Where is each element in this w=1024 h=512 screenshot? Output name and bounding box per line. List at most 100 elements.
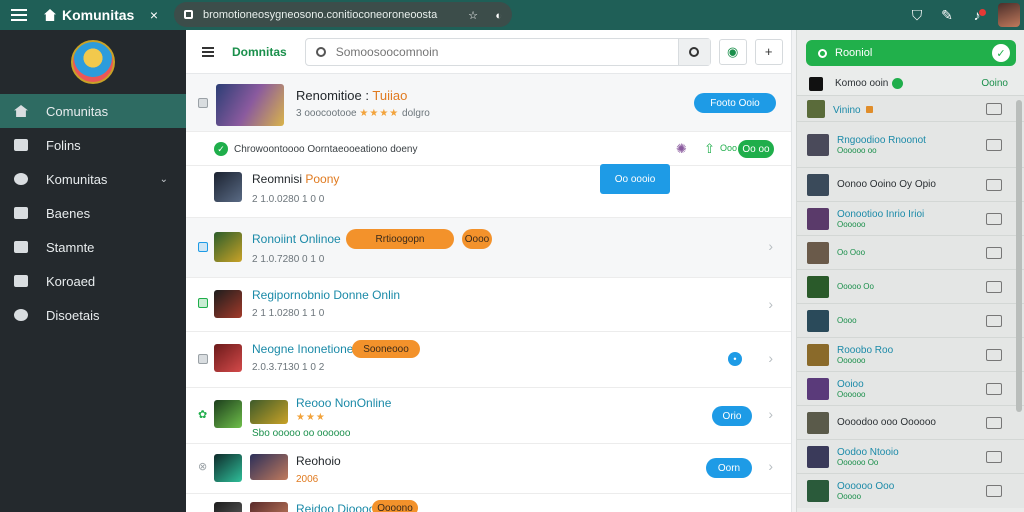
menu-button[interactable] xyxy=(0,14,38,16)
post-tag[interactable]: Rrtioogopn xyxy=(346,229,454,249)
chevron-right-icon[interactable]: › xyxy=(768,458,773,474)
row-action-icon[interactable] xyxy=(986,382,1002,395)
confirm-icon[interactable]: ✓ xyxy=(992,44,1010,62)
browser-tab[interactable]: Komunitas × xyxy=(38,0,166,30)
pinned-action-button[interactable]: Oo oooio xyxy=(600,164,670,194)
arrow-icon[interactable]: ⇧ xyxy=(704,141,715,157)
list-item[interactable]: Reidoo Dioooo Oooono xyxy=(186,494,791,512)
list-item[interactable]: ⊗ Reohoio 2006 Oorn › xyxy=(186,444,791,494)
user-avatar[interactable] xyxy=(71,40,115,84)
post-action-button[interactable]: Oorn xyxy=(706,458,752,478)
list-item[interactable]: Neogne Inonetione Sooneooo 2.0.3.7130 1 … xyxy=(186,332,791,388)
row-action-icon[interactable] xyxy=(986,348,1002,361)
panel-row[interactable]: Oonoo Ooino Oy Opio xyxy=(797,168,1024,202)
select-checkbox[interactable] xyxy=(198,298,208,308)
chevron-right-icon[interactable]: › xyxy=(768,406,773,422)
tab-close-button[interactable]: × xyxy=(150,7,158,23)
panel-row[interactable]: Oooooo Ooo Ooooo xyxy=(797,474,1024,508)
search-input[interactable] xyxy=(335,44,678,59)
info-dot-icon[interactable]: • xyxy=(728,352,742,366)
menu-icon[interactable] xyxy=(202,50,214,53)
panel-header-link[interactable]: Ooino xyxy=(981,78,1008,89)
row-thumbnail xyxy=(807,173,829,196)
post-tag[interactable]: Sooneooo xyxy=(352,340,420,358)
panel-row[interactable]: Oodoo Ntooio Oooooo Oo xyxy=(797,440,1024,474)
chevron-right-icon[interactable]: › xyxy=(768,238,773,254)
status-button[interactable]: ◉ xyxy=(718,38,747,65)
post-action-button[interactable]: Orio xyxy=(712,406,752,426)
row-thumbnail xyxy=(807,343,829,366)
post-tag-secondary[interactable]: Oooo xyxy=(462,229,492,249)
panel-row[interactable]: Oooo xyxy=(797,304,1024,338)
toolbar-right: ⛉ ✎ ♪ xyxy=(902,0,1024,30)
panel-row[interactable]: Ooioo Oooooo xyxy=(797,372,1024,406)
theme-icon[interactable]: ◐ xyxy=(495,10,502,22)
panel-row[interactable]: Vinino xyxy=(797,96,1024,122)
featured-action-button[interactable]: Footo Ooio xyxy=(694,93,776,113)
pinned-post[interactable]: Reomnisi Poony 2 1.0.0280 1 0 0 Oo oooio xyxy=(186,164,791,218)
row-action-icon[interactable] xyxy=(986,416,1002,429)
add-button[interactable]: + xyxy=(754,38,783,65)
search-button[interactable] xyxy=(677,38,710,65)
bell-icon[interactable]: ♪ xyxy=(962,7,992,23)
chevron-down-icon[interactable]: ⌄ xyxy=(160,174,168,185)
row-action-icon[interactable] xyxy=(986,314,1002,327)
row-action-icon[interactable] xyxy=(986,246,1002,259)
post-meta: 2.0.3.7130 1 0 2 xyxy=(252,362,325,373)
row-action-icon[interactable] xyxy=(986,102,1002,115)
chevron-right-icon[interactable]: › xyxy=(768,296,773,312)
list-item[interactable]: Regipornobnio Donne Onlin 2 1 1.0280 1 1… xyxy=(186,278,791,332)
shield-icon[interactable]: ⛉ xyxy=(902,7,932,24)
profile-avatar[interactable] xyxy=(998,3,1020,27)
bookmark-star-icon[interactable]: ☆ xyxy=(468,10,478,22)
sidebar-item-komunitas[interactable]: Komunitas ⌄ xyxy=(0,162,186,196)
panel-row[interactable]: Oonootioo Inrio Irioi Oooooo xyxy=(797,202,1024,236)
row-action-icon[interactable] xyxy=(986,450,1002,463)
scrollbar[interactable] xyxy=(1016,100,1022,412)
sidebar-item-comunitas[interactable]: Comunitas xyxy=(0,94,186,128)
gear-icon[interactable]: ✺ xyxy=(676,141,687,157)
featured-post[interactable]: Renomitioe : Tuiiao 3 ooocootooe ★★★★ do… xyxy=(186,74,791,132)
puzzle-icon[interactable]: ✎ xyxy=(932,7,962,24)
list-item[interactable]: Ronoiint Onlinoe Rrtioogopn Oooo 2 1.0.7… xyxy=(186,218,791,278)
select-checkbox[interactable] xyxy=(198,242,208,252)
list-item[interactable]: ✿ Reooo NonOnline ★★★ Sbo ooooo oo ooooo… xyxy=(186,388,791,444)
post-image xyxy=(250,502,288,512)
sidebar-item-stamnte[interactable]: Stamnte xyxy=(0,230,186,264)
row-thumbnail xyxy=(807,133,829,156)
main-content: Domnitas ◉ + Renomitioe : Tuiiao 3 oooco… xyxy=(186,30,792,512)
address-bar[interactable]: bromotioneosygneosono.conitioconeoroneoo… xyxy=(174,2,512,27)
sidebar-item-disoetais[interactable]: Disoetais xyxy=(0,298,186,332)
featured-title: Renomitioe : Tuiiao xyxy=(296,88,408,103)
rating-stars: ★★★ xyxy=(296,412,326,423)
row-action-icon[interactable] xyxy=(986,138,1002,151)
url-text: bromotioneosygneosono.conitioconeoroneoo… xyxy=(203,8,438,21)
row-thumbnail xyxy=(807,445,829,468)
search-box[interactable] xyxy=(304,37,711,66)
chevron-right-icon[interactable]: › xyxy=(768,350,773,366)
row-action-icon[interactable] xyxy=(986,485,1002,497)
panel-row[interactable]: Oooodoo ooo Oooooo xyxy=(797,406,1024,440)
row-thumbnail xyxy=(807,275,829,298)
chat-icon xyxy=(14,139,28,151)
panel-row[interactable]: Ooooo Oo xyxy=(797,270,1024,304)
post-thumbnail xyxy=(214,344,242,372)
select-checkbox[interactable] xyxy=(198,98,208,108)
post-thumbnail xyxy=(214,290,242,318)
panel-row[interactable]: Rngoodioo Rnoonot Oooooo oo xyxy=(797,122,1024,168)
notice-button[interactable]: Oo oo xyxy=(738,140,774,158)
panel-row[interactable]: Rooobo Roo Oooooo xyxy=(797,338,1024,372)
post-thumbnail xyxy=(214,502,242,512)
post-tag[interactable]: Oooono xyxy=(372,500,418,512)
sidebar-item-folins[interactable]: Folins xyxy=(0,128,186,162)
sidebar-item-baenes[interactable]: Baenes xyxy=(0,196,186,230)
post-thumbnail xyxy=(214,232,242,262)
select-checkbox[interactable] xyxy=(198,354,208,364)
row-action-icon[interactable] xyxy=(986,178,1002,191)
row-action-icon[interactable] xyxy=(986,212,1002,225)
row-text: Ooooo Oo xyxy=(837,282,874,291)
sidebar-item-koroaed[interactable]: Koroaed xyxy=(0,264,186,298)
panel-row[interactable]: Oo Ooo xyxy=(797,236,1024,270)
row-action-icon[interactable] xyxy=(986,280,1002,293)
panel-search[interactable]: Rooniol ✓ xyxy=(806,40,1016,66)
